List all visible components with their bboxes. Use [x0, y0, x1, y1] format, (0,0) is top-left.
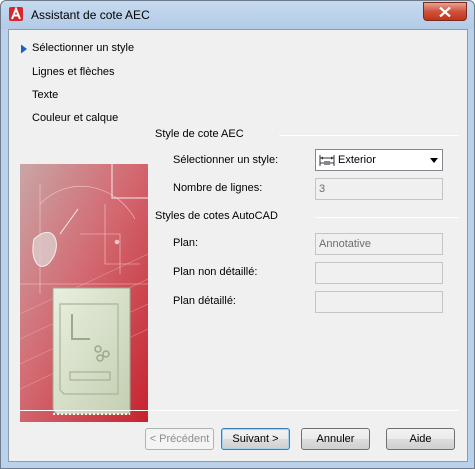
window-title: Assistant de cote AEC	[31, 8, 150, 22]
plan-detail-field[interactable]	[315, 291, 443, 313]
plan-label: Plan:	[173, 237, 199, 249]
style-dropdown[interactable]: Exterior	[315, 149, 443, 171]
nav-item-select-style[interactable]: Sélectionner un style	[32, 41, 134, 56]
dimension-style-icon	[319, 155, 335, 166]
autocad-section-separator	[315, 217, 459, 218]
close-icon	[439, 7, 451, 17]
select-style-label: Sélectionner un style:	[173, 154, 279, 166]
plan-non-detail-label: Plan non détaillé:	[173, 266, 258, 278]
next-button[interactable]: Suivant >	[221, 428, 290, 450]
line-count-label: Nombre de lignes:	[173, 182, 263, 194]
nav-item-color-layer[interactable]: Couleur et calque	[32, 111, 118, 126]
dialog-client: Sélectionner un style Lignes et flèches …	[8, 29, 468, 462]
current-step-arrow-icon	[21, 44, 27, 54]
autocad-app-icon	[9, 7, 23, 21]
plan-detail-label: Plan détaillé:	[173, 295, 236, 307]
nav-item-text[interactable]: Texte	[32, 88, 58, 103]
autocad-section-title: Styles de cotes AutoCAD	[155, 210, 278, 222]
nav-item-lines-arrows[interactable]: Lignes et flèches	[32, 65, 115, 80]
footer-separator	[19, 410, 459, 411]
wizard-illustration	[20, 164, 148, 422]
title-bar[interactable]: Assistant de cote AEC	[1, 1, 474, 29]
plan-field[interactable]: Annotative	[315, 233, 443, 255]
help-button[interactable]: Aide	[386, 428, 455, 450]
plan-non-detail-field[interactable]	[315, 262, 443, 284]
chevron-down-icon	[430, 158, 438, 163]
dialog-window: Assistant de cote AEC Sélectionner un st…	[0, 0, 475, 469]
aec-section-separator	[279, 135, 459, 136]
cancel-button[interactable]: Annuler	[301, 428, 370, 450]
close-button[interactable]	[423, 2, 467, 21]
previous-button[interactable]: < Précédent	[145, 428, 214, 450]
line-count-field[interactable]: 3	[315, 178, 443, 200]
style-dropdown-value: Exterior	[338, 154, 376, 166]
aec-section-title: Style de cote AEC	[155, 128, 244, 140]
